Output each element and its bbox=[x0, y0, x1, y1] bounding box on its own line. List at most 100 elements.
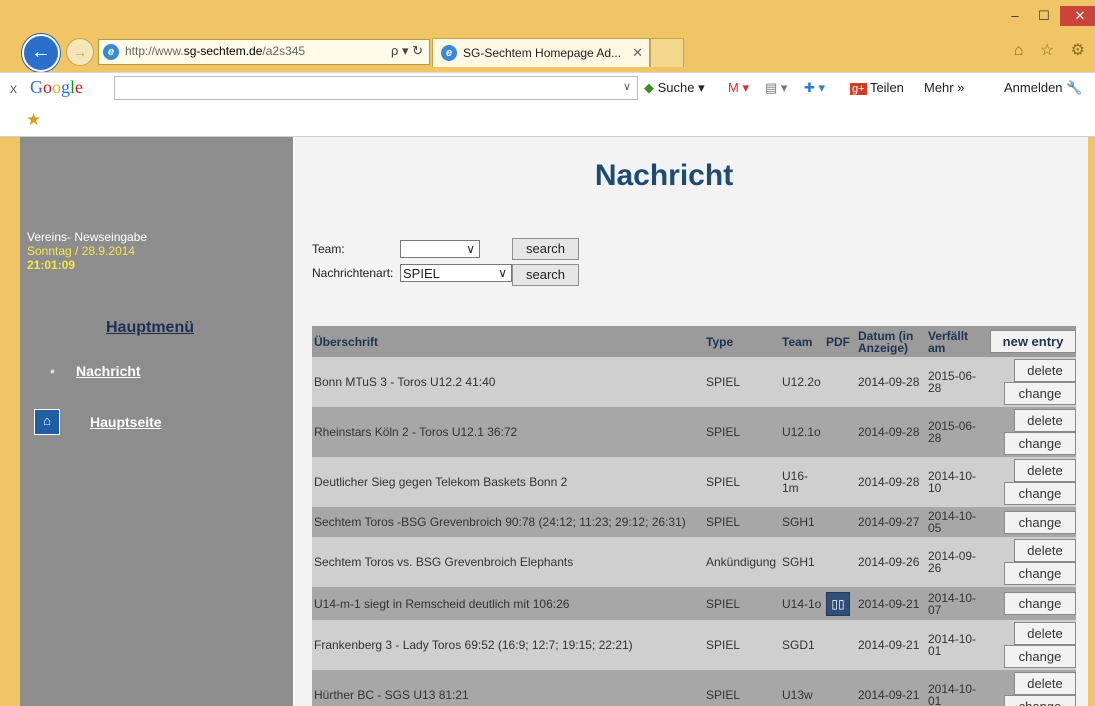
header-actions: new entry bbox=[984, 326, 1076, 357]
chevron-down-icon[interactable]: ∨ bbox=[623, 80, 631, 93]
row-title[interactable]: Hürther BC - SGS U13 81:21 bbox=[312, 670, 704, 706]
pdf-book-icon[interactable]: ▯▯ bbox=[826, 591, 850, 616]
address-bar[interactable]: e http://www.sg-sechtem.de/a2s345 ρ ▾ ↻ bbox=[98, 39, 430, 65]
plus-icon[interactable]: ✚ ▾ bbox=[804, 80, 825, 96]
anmelden-button[interactable]: Anmelden 🔧 bbox=[1004, 80, 1082, 96]
delete-button[interactable]: delete bbox=[1014, 459, 1076, 482]
search-refresh-controls[interactable]: ρ ▾ ↻ bbox=[391, 43, 423, 59]
page-content: Vereins- Newseingabe Sonntag / 28.9.2014… bbox=[20, 137, 1088, 706]
header-type: Type bbox=[704, 326, 780, 357]
row-type: SPIEL bbox=[704, 620, 780, 670]
row-title[interactable]: Rheinstars Köln 2 - Toros U12.1 36:72 bbox=[312, 407, 704, 457]
row-actions: delete change bbox=[984, 537, 1076, 587]
row-date: 2014-09-26 bbox=[856, 537, 926, 587]
bullet-icon: • bbox=[50, 363, 55, 379]
ie-icon: e bbox=[103, 44, 119, 60]
row-expires: 2014-10-07 bbox=[926, 587, 984, 620]
browser-tab[interactable]: e SG-Sechtem Homepage Ad... ✕ bbox=[432, 38, 650, 67]
row-pdf bbox=[824, 537, 856, 587]
row-title[interactable]: Deutlicher Sieg gegen Telekom Baskets Bo… bbox=[312, 457, 704, 507]
change-button[interactable]: change bbox=[1004, 432, 1076, 455]
delete-button[interactable]: delete bbox=[1014, 359, 1076, 382]
favorites-bar: ★ bbox=[0, 103, 1095, 137]
current-time: 21:01:09 bbox=[27, 258, 76, 272]
browser-window: – ☐ ✕ ← → e http://www.sg-sechtem.de/a2s… bbox=[0, 0, 1095, 706]
type-search-button[interactable]: search bbox=[512, 264, 579, 286]
row-pdf bbox=[824, 407, 856, 457]
row-team: U12.1o bbox=[780, 407, 824, 457]
minimize-button[interactable]: – bbox=[1001, 6, 1029, 26]
row-expires: 2014-10-10 bbox=[926, 457, 984, 507]
delete-button[interactable]: delete bbox=[1014, 672, 1076, 695]
team-search-button[interactable]: search bbox=[512, 238, 579, 260]
table-row: Sechtem Toros vs. BSG Grevenbroich Eleph… bbox=[312, 537, 1076, 587]
back-button[interactable]: ← bbox=[22, 34, 60, 72]
vertical-scrollbar[interactable]: ˄ ˅ bbox=[1086, 137, 1088, 706]
row-actions: delete change bbox=[984, 620, 1076, 670]
row-date: 2014-09-28 bbox=[856, 407, 926, 457]
close-window-button[interactable]: ✕ bbox=[1060, 6, 1095, 26]
row-pdf: ▯▯ bbox=[824, 587, 856, 620]
current-date: Sonntag / 28.9.2014 bbox=[27, 244, 136, 258]
new-entry-button[interactable]: new entry bbox=[990, 330, 1076, 353]
delete-button[interactable]: delete bbox=[1014, 622, 1076, 645]
main-panel: Nachricht Team: ∨ search Nachrichtenart:… bbox=[294, 137, 1088, 706]
row-actions: delete change bbox=[984, 407, 1076, 457]
address-url: http://www.sg-sechtem.de/a2s345 bbox=[125, 44, 306, 58]
teilen-button[interactable]: g+ Teilen bbox=[850, 80, 904, 95]
favorites-star-icon[interactable]: ★ bbox=[26, 110, 41, 130]
home-favorites-tools-icons[interactable]: ⌂ ☆ ⚙ bbox=[1014, 40, 1091, 60]
arrow-right-icon: → bbox=[73, 44, 87, 60]
row-pdf bbox=[824, 357, 856, 407]
row-type: SPIEL bbox=[704, 457, 780, 507]
change-button[interactable]: change bbox=[1004, 510, 1076, 534]
gmail-button[interactable]: M ▾ bbox=[728, 80, 749, 96]
suche-button[interactable]: ◆ Suche ▾ bbox=[644, 80, 705, 96]
row-type: SPIEL bbox=[704, 670, 780, 706]
new-tab-button[interactable] bbox=[650, 38, 684, 67]
forward-button[interactable]: → bbox=[66, 38, 94, 66]
type-label: Nachrichtenart: bbox=[312, 266, 394, 280]
type-select[interactable]: SPIEL ∨ bbox=[400, 264, 512, 282]
change-button[interactable]: change bbox=[1004, 592, 1076, 615]
row-team: SGD1 bbox=[780, 620, 824, 670]
header-title: Überschrift bbox=[312, 326, 704, 357]
change-button[interactable]: change bbox=[1004, 382, 1076, 405]
delete-button[interactable]: delete bbox=[1014, 409, 1076, 432]
change-button[interactable]: change bbox=[1004, 482, 1076, 505]
row-type: SPIEL bbox=[704, 507, 780, 537]
tab-close-icon[interactable]: ✕ bbox=[632, 45, 643, 61]
row-actions: delete change bbox=[984, 357, 1076, 407]
row-date: 2014-09-28 bbox=[856, 357, 926, 407]
google-search-input[interactable]: ∨ bbox=[114, 76, 638, 100]
row-expires: 2015-06-28 bbox=[926, 407, 984, 457]
change-button[interactable]: change bbox=[1004, 645, 1076, 668]
row-title[interactable]: Frankenberg 3 - Lady Toros 69:52 (16:9; … bbox=[312, 620, 704, 670]
table-header: Überschrift Type Team PDF Datum (in Anze… bbox=[312, 326, 1076, 357]
row-expires: 2014-10-05 bbox=[926, 507, 984, 537]
table-row: Bonn MTuS 3 - Toros U12.2 41:40 SPIEL U1… bbox=[312, 357, 1076, 407]
row-pdf bbox=[824, 670, 856, 706]
change-button[interactable]: change bbox=[1004, 695, 1076, 706]
row-expires: 2014-10-01 bbox=[926, 620, 984, 670]
nav-item-nachricht[interactable]: • Nachricht bbox=[50, 363, 141, 379]
row-actions: delete change bbox=[984, 457, 1076, 507]
team-select[interactable]: ∨ bbox=[400, 240, 480, 258]
mehr-button[interactable]: Mehr » bbox=[924, 80, 964, 95]
menu-title: Hauptmenü bbox=[106, 319, 194, 336]
row-title[interactable]: Sechtem Toros vs. BSG Grevenbroich Eleph… bbox=[312, 537, 704, 587]
toolbar-close-icon[interactable]: x bbox=[10, 80, 17, 96]
maximize-button[interactable]: ☐ bbox=[1030, 6, 1058, 26]
row-actions: change bbox=[984, 507, 1076, 537]
delete-button[interactable]: delete bbox=[1014, 539, 1076, 562]
row-pdf bbox=[824, 507, 856, 537]
arrow-left-icon: ← bbox=[31, 41, 51, 63]
row-title[interactable]: Sechtem Toros -BSG Grevenbroich 90:78 (2… bbox=[312, 507, 704, 537]
nav-item-hauptseite[interactable]: ⌂ Hauptseite bbox=[34, 409, 162, 435]
row-title[interactable]: Bonn MTuS 3 - Toros U12.2 41:40 bbox=[312, 357, 704, 407]
calendar-icon[interactable]: ▤ ▾ bbox=[765, 80, 787, 96]
row-title[interactable]: U14-m-1 siegt in Remscheid deutlich mit … bbox=[312, 587, 704, 620]
table-row: Hürther BC - SGS U13 81:21 SPIEL U13w 20… bbox=[312, 670, 1076, 706]
change-button[interactable]: change bbox=[1004, 562, 1076, 585]
google-toolbar: x Google ∨ ◆ Suche ▾ M ▾ ▤ ▾ ✚ ▾ g+ Teil… bbox=[0, 72, 1095, 104]
